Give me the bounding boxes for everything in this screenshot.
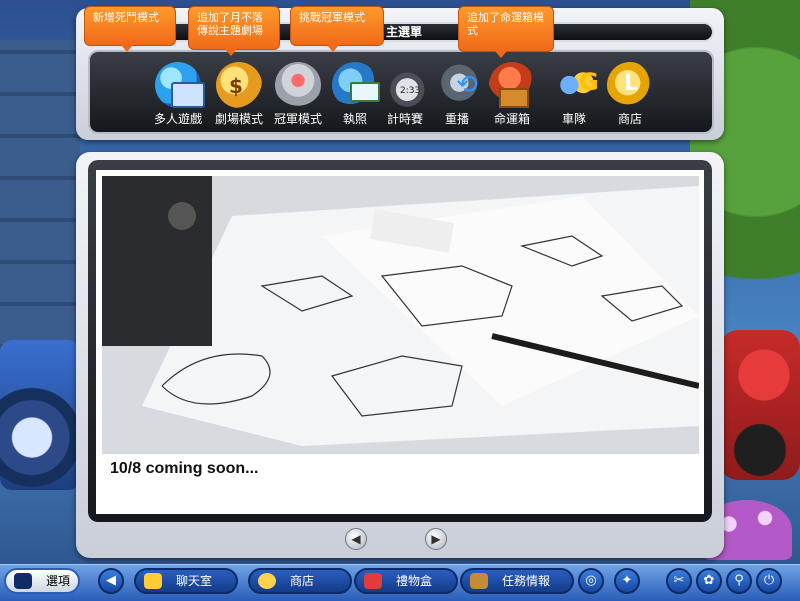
menu-item-theater-mode[interactable]: 劇場模式 xyxy=(207,62,271,130)
menu-item-label: 劇場模式 xyxy=(214,112,263,126)
menu-item-label: 商店 xyxy=(617,112,642,126)
news-caption: 10/8 coming soon... xyxy=(110,460,259,477)
menu-item-label: 多人遊戲 xyxy=(153,112,202,126)
menu-item-shop[interactable]: 商店 xyxy=(598,62,662,130)
search-icon[interactable]: ⚲ xyxy=(726,568,752,594)
options-label: 選項 xyxy=(46,574,71,588)
tools-icon[interactable]: ✂ xyxy=(666,568,692,594)
team-icon xyxy=(551,62,599,108)
background-car xyxy=(0,340,80,490)
news-image xyxy=(102,176,699,454)
options-icon xyxy=(14,573,32,589)
next-page-button[interactable]: ▶ xyxy=(425,528,447,550)
mission-info-label: 任務情報 xyxy=(502,574,551,588)
options-button[interactable]: 選項 xyxy=(4,568,80,594)
chat-icon xyxy=(144,573,162,589)
gift-box-button[interactable]: 禮物盒 xyxy=(354,568,458,594)
callout-champion: 挑戰冠軍模式 xyxy=(290,6,384,52)
chat-room-button[interactable]: 聊天室 xyxy=(134,568,238,594)
trophy-icon xyxy=(275,62,321,108)
license-card-icon xyxy=(332,62,380,108)
menu-item-multiplayer[interactable]: 多人遊戲 xyxy=(146,62,210,130)
item-icon[interactable]: ✦ xyxy=(614,568,640,594)
power-icon[interactable]: ⏻ xyxy=(756,568,782,594)
menu-item-label: 命運箱 xyxy=(493,112,530,126)
chat-room-label: 聊天室 xyxy=(176,574,213,588)
fortune-box-icon xyxy=(489,62,535,108)
previous-page-button[interactable]: ◀ xyxy=(345,528,367,550)
main-menu-title: 主選單 xyxy=(386,25,423,39)
globe-monitor-icon xyxy=(155,62,205,108)
menu-item-champion-mode[interactable]: 冠軍模式 xyxy=(266,62,330,130)
callout-theater-theme: 追加了月不落傳說主題劇場 xyxy=(188,6,280,56)
callout-deathmatch: 新增死鬥模式 xyxy=(84,6,176,52)
menu-item-fortune-box[interactable]: 命運箱 xyxy=(480,62,544,130)
background-kart-character xyxy=(720,330,800,480)
gift-box-label: 禮物盒 xyxy=(396,574,433,588)
shop-button[interactable]: 商店 xyxy=(248,568,352,594)
stopwatch-icon xyxy=(382,62,428,108)
shop-icon xyxy=(607,62,653,108)
callout-fortune-box: 追加了命運箱模式 xyxy=(458,6,554,58)
mission-book-icon xyxy=(470,573,488,589)
shop-label: 商店 xyxy=(290,574,315,588)
menu-item-label: 車隊 xyxy=(561,112,586,126)
sketch-illustration xyxy=(102,176,699,454)
coin-icon xyxy=(258,573,276,589)
compass-icon[interactable]: ◎ xyxy=(578,568,604,594)
community-icon[interactable]: ✿ xyxy=(696,568,722,594)
replay-camera-icon xyxy=(434,62,480,108)
mission-info-button[interactable]: 任務情報 xyxy=(460,568,574,594)
back-button[interactable]: ◀ xyxy=(98,568,124,594)
gift-heart-icon xyxy=(364,573,382,589)
scroll-coin-icon xyxy=(216,62,262,108)
menu-item-label: 冠軍模式 xyxy=(273,112,322,126)
menu-item-team[interactable]: 車隊 xyxy=(542,62,606,130)
